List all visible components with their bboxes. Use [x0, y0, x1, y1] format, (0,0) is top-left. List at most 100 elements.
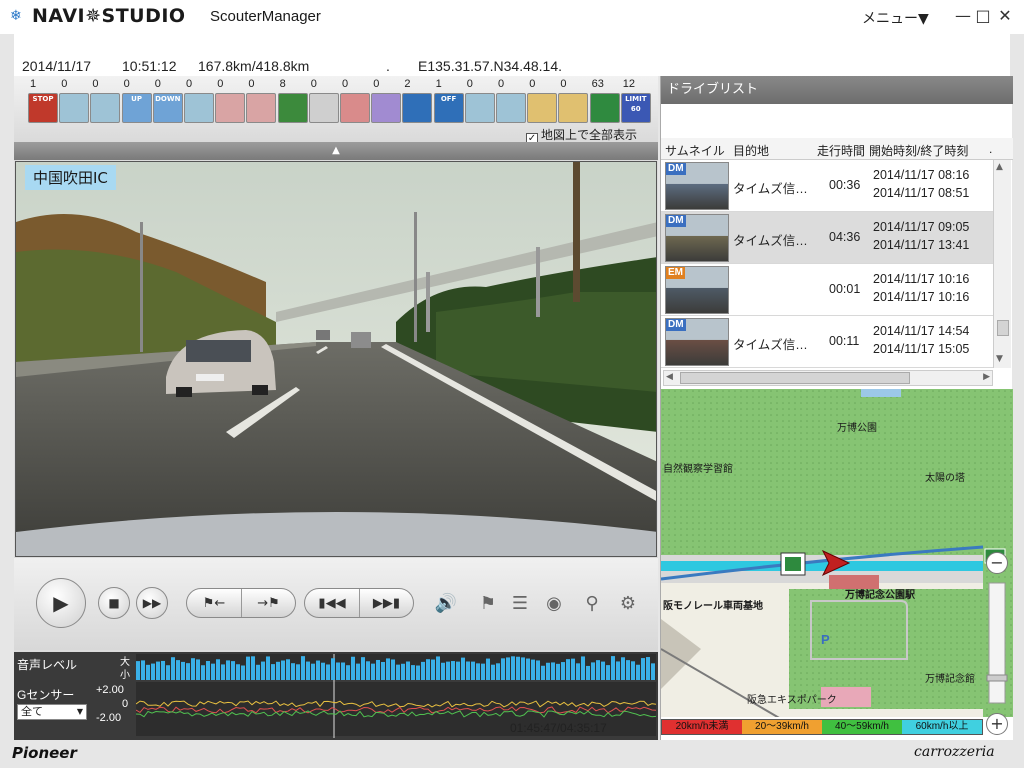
- map-view[interactable]: 万博公園 自然観察学習館 太陽の塔 万博記念公園駅 阪モノレール車両基地 P 万…: [661, 389, 1013, 740]
- event-filter-item[interactable]: 0: [308, 78, 339, 124]
- event-filter-item[interactable]: 0: [184, 78, 214, 124]
- warning-icon[interactable]: [215, 93, 246, 123]
- arrow-left-icon[interactable]: [59, 93, 90, 123]
- event-filter-item[interactable]: 63: [589, 78, 620, 124]
- stop-icon[interactable]: STOP: [28, 93, 58, 123]
- drive-list-row[interactable]: DM タイムズ信… 04:36 2014/11/17 09:05 2014/11/17 …: [661, 212, 993, 264]
- audio-level-bar: [646, 657, 650, 680]
- close-button[interactable]: ✕: [996, 6, 1014, 26]
- previous-file-button[interactable]: ▮◀◀: [305, 589, 359, 617]
- audio-level-bar: [341, 662, 345, 680]
- interchange-icon[interactable]: [402, 93, 433, 123]
- event-filter-item[interactable]: 0: [90, 78, 121, 124]
- event-filter-item[interactable]: 1 OFF: [433, 78, 464, 124]
- video-player[interactable]: 中国吹田IC: [15, 161, 657, 557]
- event-filter-item[interactable]: 0: [59, 78, 90, 124]
- axis-select[interactable]: 全て ▼: [17, 704, 87, 720]
- off-icon[interactable]: OFF: [433, 93, 464, 123]
- loop-icon[interactable]: [371, 93, 402, 123]
- next-event-button[interactable]: →⚑: [241, 589, 295, 617]
- audio-level-bar: [641, 658, 645, 680]
- event-filter-item[interactable]: 0: [340, 78, 370, 124]
- up-icon[interactable]: UP: [121, 93, 152, 123]
- column-duration[interactable]: 走行時間: [817, 142, 865, 159]
- down-icon[interactable]: DOWN: [152, 93, 183, 123]
- camera-icon[interactable]: ◉: [542, 592, 566, 616]
- dots-icon[interactable]: [308, 93, 339, 123]
- zoom-out-button[interactable]: −: [986, 552, 1008, 574]
- volume-icon[interactable]: 🔊: [434, 592, 458, 616]
- previous-event-button[interactable]: ⚑←: [187, 589, 241, 617]
- search-icon[interactable]: ⚲: [580, 592, 604, 616]
- h-scroll-thumb[interactable]: [680, 372, 910, 384]
- drive-list-header: サムネイル 目的地 走行時間 開始時刻/終了時刻 .: [661, 138, 1013, 160]
- audio-level-bar: [276, 661, 280, 680]
- audio-level-bar: [271, 664, 275, 680]
- marker-list-icon[interactable]: ☰: [508, 592, 532, 616]
- event-count: 0: [342, 78, 349, 90]
- event-filter-item[interactable]: 0: [527, 78, 558, 124]
- list-horizontal-scrollbar[interactable]: ◀ ▶: [663, 370, 993, 386]
- drive-list-row[interactable]: DM タイムズ信… 00:36 2014/11/17 08:16 2014/11/17 …: [661, 160, 993, 212]
- event-filter-item[interactable]: 2: [402, 78, 433, 124]
- flag-icon[interactable]: [464, 93, 495, 123]
- back-arrow-icon[interactable]: [184, 93, 214, 123]
- maximize-button[interactable]: □: [974, 6, 992, 26]
- event-filter-item[interactable]: 0: [371, 78, 402, 124]
- audio-level-bar: [186, 663, 190, 680]
- event-filter-item[interactable]: 0: [215, 78, 246, 124]
- audio-level-bar: [416, 665, 420, 680]
- list-vertical-scrollbar[interactable]: ▲ ▼: [993, 160, 1011, 368]
- event-filter-item[interactable]: 0 UP: [121, 78, 152, 124]
- event-filter-item[interactable]: 8: [277, 78, 308, 124]
- column-destination[interactable]: 目的地: [733, 142, 769, 159]
- event-filter-item[interactable]: 0: [246, 78, 277, 124]
- scroll-left-icon[interactable]: ◀: [666, 372, 673, 382]
- event-filter-item[interactable]: 12 LIMIT 60: [620, 78, 651, 124]
- next-file-button[interactable]: ▶▶▮: [359, 589, 413, 617]
- highway-sign-icon[interactable]: [589, 93, 620, 123]
- column-start-end[interactable]: 開始時刻/終了時刻: [869, 142, 968, 159]
- collapse-toggle[interactable]: ▲: [14, 142, 658, 160]
- audio-level-bar: [586, 665, 590, 680]
- fast-forward-button[interactable]: ▶▶: [136, 587, 168, 619]
- scroll-up-icon[interactable]: ▲: [996, 162, 1003, 172]
- event-filter-item[interactable]: 0: [558, 78, 589, 124]
- scroll-thumb[interactable]: [997, 320, 1009, 336]
- book-icon[interactable]: [527, 93, 558, 123]
- speed-limit-icon[interactable]: LIMIT 60: [620, 93, 651, 123]
- menu-button[interactable]: メニュー▼: [862, 8, 929, 28]
- status-date: 2014/11/17: [22, 58, 92, 74]
- warning-icon[interactable]: [246, 93, 277, 123]
- zoom-in-button[interactable]: +: [986, 713, 1008, 735]
- drive-list-row[interactable]: EM 00:01 2014/11/17 10:16 2014/11/17 10:16: [661, 264, 993, 316]
- stop-button[interactable]: ■: [98, 587, 130, 619]
- drive-thumbnail: DM: [665, 214, 729, 262]
- audio-level-bar: [351, 656, 355, 680]
- scroll-right-icon[interactable]: ▶: [983, 372, 990, 382]
- event-filter-item[interactable]: 0 DOWN: [152, 78, 183, 124]
- car-icon[interactable]: [340, 93, 370, 123]
- collision-icon[interactable]: [558, 93, 589, 123]
- minimize-button[interactable]: —: [954, 6, 972, 26]
- column-thumbnail[interactable]: サムネイル: [665, 142, 725, 159]
- audio-level-bar: [171, 657, 175, 680]
- settings-gear-icon[interactable]: ⚙: [616, 592, 640, 616]
- audio-level-bar: [636, 664, 640, 680]
- audio-level-bar: [206, 661, 210, 680]
- scroll-down-icon[interactable]: ▼: [996, 354, 1003, 364]
- play-button[interactable]: ▶: [36, 578, 86, 628]
- audio-level-bar: [531, 659, 535, 680]
- add-marker-icon[interactable]: ⚑: [476, 592, 500, 616]
- drive-list-row[interactable]: DM タイムズ信… 00:11 2014/11/17 14:54 2014/11/17 …: [661, 316, 993, 368]
- event-filter-item[interactable]: 0: [496, 78, 526, 124]
- drive-start-time: 2014/11/17 10:16: [873, 272, 970, 286]
- drive-duration: 04:36: [829, 230, 861, 244]
- arrow-right-icon[interactable]: [90, 93, 121, 123]
- event-count: 0: [498, 78, 505, 90]
- event-filter-item[interactable]: 0: [464, 78, 495, 124]
- event-filter-item[interactable]: 1 STOP: [28, 78, 58, 124]
- route-icon[interactable]: [496, 93, 526, 123]
- audio-level-bar: [426, 659, 430, 680]
- curve-icon[interactable]: [277, 93, 308, 123]
